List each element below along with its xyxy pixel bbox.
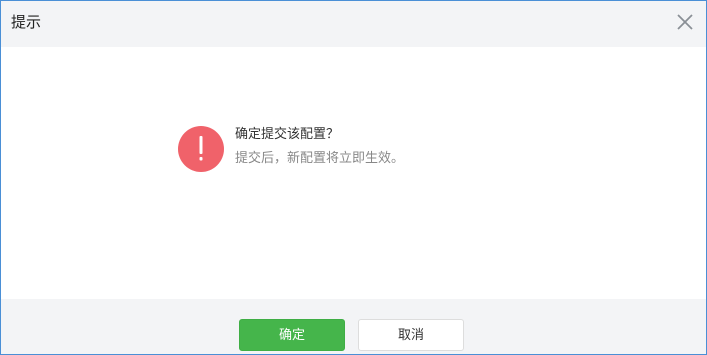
close-button[interactable] bbox=[673, 10, 697, 34]
dialog-body: 确定提交该配置？ 提交后，新配置将立即生效。 bbox=[1, 47, 706, 299]
close-icon bbox=[677, 14, 693, 30]
confirm-button[interactable]: 确定 bbox=[239, 319, 345, 351]
message-subtitle: 提交后，新配置将立即生效。 bbox=[235, 151, 405, 166]
dialog-header: 提示 bbox=[1, 1, 706, 47]
confirm-dialog: 提示 确定提交该配置？ 提交后，新配置将立即生效。 确定 取消 bbox=[0, 0, 707, 355]
message-title: 确定提交该配置？ bbox=[235, 127, 340, 142]
dialog-title: 提示 bbox=[11, 13, 42, 31]
exclamation-icon bbox=[178, 126, 224, 172]
dialog-footer: 确定 取消 bbox=[1, 299, 706, 354]
cancel-button[interactable]: 取消 bbox=[358, 319, 464, 351]
